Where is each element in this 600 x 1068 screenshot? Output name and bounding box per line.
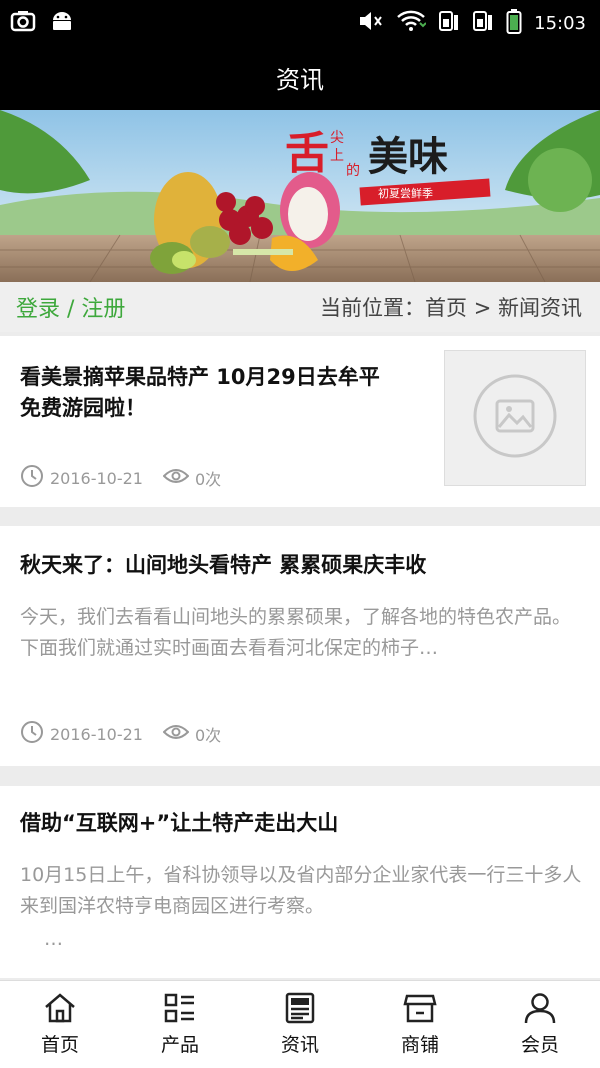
page-title-bar: 资讯 xyxy=(0,44,600,110)
svg-text:尖: 尖 xyxy=(330,130,344,146)
article-date: 2016-10-21 xyxy=(50,468,143,488)
svg-text:上: 上 xyxy=(330,148,344,164)
android-icon xyxy=(50,10,74,36)
svg-text:美味: 美味 xyxy=(368,133,448,180)
tab-news[interactable]: 资讯 xyxy=(240,981,360,1068)
article-views: 0次 xyxy=(194,470,222,489)
bottom-tab-bar: 首页 产品 资讯 商铺 会员 xyxy=(0,980,600,1068)
tab-label: 首页 xyxy=(40,1034,79,1056)
tab-member[interactable]: 会员 xyxy=(480,981,600,1068)
tab-label: 会员 xyxy=(520,1034,559,1056)
svg-text:的: 的 xyxy=(346,163,360,179)
breadcrumb-bar: 登录 / 注册 当前位置：首页 > 新闻资讯 xyxy=(0,282,600,332)
image-placeholder-icon xyxy=(470,371,560,465)
clock-icon xyxy=(20,464,44,492)
tab-label: 资讯 xyxy=(280,1034,319,1056)
tab-products[interactable]: 产品 xyxy=(120,981,240,1068)
article-meta: 2016-10-21 0次 xyxy=(20,720,221,748)
breadcrumb-separator: > xyxy=(467,296,498,320)
eye-icon xyxy=(162,722,190,746)
svg-text:舌: 舌 xyxy=(285,128,329,179)
breadcrumb-home-link[interactable]: 首页 xyxy=(425,296,467,320)
banner-artwork: 舌 尖 上 的 美味 初夏尝鲜季 xyxy=(0,110,600,282)
tab-label: 商铺 xyxy=(400,1034,439,1056)
clock-icon xyxy=(20,720,44,748)
article-card[interactable]: 借助“互联网+”让土特产走出大山 10月15日上午，省科协领导以及省内部分企业家… xyxy=(0,786,600,978)
breadcrumb: 当前位置：首页 > 新闻资讯 xyxy=(320,292,582,322)
article-title: 看美景摘苹果品特产 10月29日去牟平免费游园啦！ xyxy=(20,365,380,420)
home-icon xyxy=(43,992,77,1024)
article-title: 借助“互联网+”让土特产走出大山 xyxy=(20,811,339,835)
sim1-signal-icon xyxy=(438,9,460,38)
login-register-link[interactable]: 登录 / 注册 xyxy=(16,291,125,323)
wifi-icon xyxy=(396,9,427,38)
store-icon xyxy=(403,992,437,1024)
battery-icon xyxy=(506,8,522,39)
clock-time: 15:03 xyxy=(534,13,586,34)
mute-icon xyxy=(358,9,384,38)
tab-label: 产品 xyxy=(160,1034,199,1056)
screenshot-icon xyxy=(10,10,36,36)
status-bar: 15:03 xyxy=(0,0,600,44)
sim2-signal-icon xyxy=(472,9,494,38)
article-summary-ellipsis: … xyxy=(44,928,63,950)
article-summary: 10月15日上午，省科协领导以及省内部分企业家代表一行三十多人来到国洋农特亨电商… xyxy=(20,864,582,917)
page-title: 资讯 xyxy=(276,65,324,94)
eye-icon xyxy=(162,466,190,490)
grid-list-icon xyxy=(163,992,197,1024)
article-views: 0次 xyxy=(194,726,222,745)
article-meta: 2016-10-21 0次 xyxy=(20,464,221,492)
breadcrumb-current: 新闻资讯 xyxy=(498,296,582,320)
article-date: 2016-10-21 xyxy=(50,724,143,744)
user-icon xyxy=(523,992,557,1024)
banner-subline: 初夏尝鲜季 xyxy=(378,186,433,200)
article-summary: 今天，我们去看看山间地头的累累硕果，了解各地的特色农产品。下面我们就通过实时画面… xyxy=(20,606,572,659)
breadcrumb-prefix: 当前位置： xyxy=(320,296,426,320)
article-card[interactable]: 看美景摘苹果品特产 10月29日去牟平免费游园啦！ 2016-10-21 0次 xyxy=(0,336,600,507)
article-title: 秋天来了：山间地头看特产 累累硕果庆丰收 xyxy=(20,553,427,577)
article-card[interactable]: 秋天来了：山间地头看特产 累累硕果庆丰收 今天，我们去看看山间地头的累累硕果，了… xyxy=(0,526,600,766)
tab-home[interactable]: 首页 xyxy=(0,981,120,1068)
article-thumbnail[interactable] xyxy=(444,350,586,486)
newspaper-icon xyxy=(283,992,317,1024)
promo-banner[interactable]: 舌 尖 上 的 美味 初夏尝鲜季 xyxy=(0,110,600,282)
tab-shops[interactable]: 商铺 xyxy=(360,981,480,1068)
